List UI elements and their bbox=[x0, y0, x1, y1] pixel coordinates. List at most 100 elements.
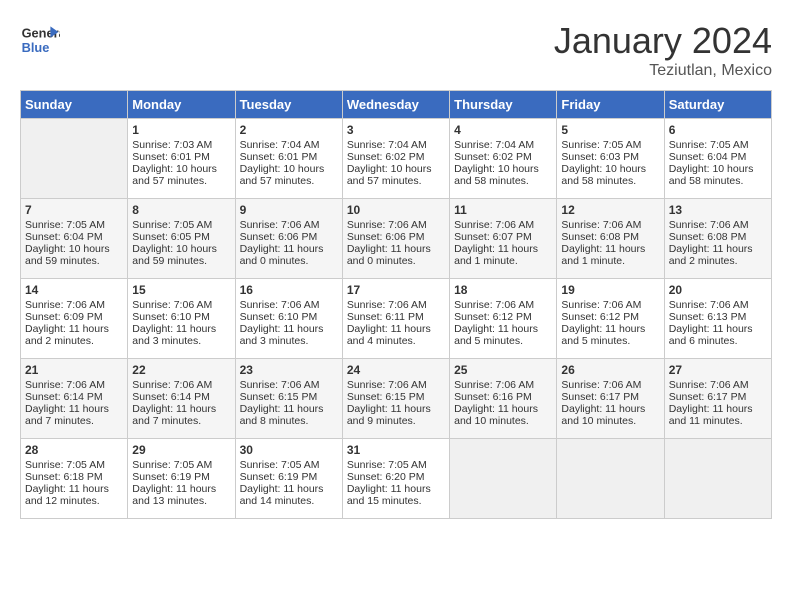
day-number: 25 bbox=[454, 363, 552, 377]
daylight-text: Daylight: 11 hours and 7 minutes. bbox=[132, 403, 230, 427]
day-number: 4 bbox=[454, 123, 552, 137]
header-friday: Friday bbox=[557, 91, 664, 119]
calendar-week-row: 14Sunrise: 7:06 AMSunset: 6:09 PMDayligh… bbox=[21, 279, 772, 359]
sunrise-text: Sunrise: 7:06 AM bbox=[669, 379, 767, 391]
daylight-text: Daylight: 11 hours and 2 minutes. bbox=[25, 323, 123, 347]
daylight-text: Daylight: 10 hours and 59 minutes. bbox=[25, 243, 123, 267]
day-number: 24 bbox=[347, 363, 445, 377]
daylight-text: Daylight: 10 hours and 58 minutes. bbox=[454, 163, 552, 187]
sunset-text: Sunset: 6:01 PM bbox=[132, 151, 230, 163]
location-subtitle: Teziutlan, Mexico bbox=[554, 62, 772, 80]
day-number: 14 bbox=[25, 283, 123, 297]
daylight-text: Daylight: 11 hours and 1 minute. bbox=[454, 243, 552, 267]
calendar-cell: 28 Sunrise: 7:05 AMSunset: 6:18 PMDayligh… bbox=[21, 439, 128, 519]
sunrise-text: Sunrise: 7:06 AM bbox=[561, 299, 659, 311]
calendar-cell: 17Sunrise: 7:06 AMSunset: 6:11 PMDayligh… bbox=[342, 279, 449, 359]
sunset-text: Sunset: 6:18 PM bbox=[25, 471, 123, 483]
day-number: 8 bbox=[132, 203, 230, 217]
calendar-cell: 11 Sunrise: 7:06 AMSunset: 6:07 PMDayligh… bbox=[450, 199, 557, 279]
daylight-text: Daylight: 11 hours and 3 minutes. bbox=[132, 323, 230, 347]
calendar-cell: 31Sunrise: 7:05 AMSunset: 6:20 PMDayligh… bbox=[342, 439, 449, 519]
calendar-week-row: 1Sunrise: 7:03 AMSunset: 6:01 PMDaylight… bbox=[21, 119, 772, 199]
daylight-text: Daylight: 11 hours and 0 minutes. bbox=[347, 243, 445, 267]
calendar-cell: 14Sunrise: 7:06 AMSunset: 6:09 PMDayligh… bbox=[21, 279, 128, 359]
day-number: 23 bbox=[240, 363, 338, 377]
calendar-cell: 2Sunrise: 7:04 AMSunset: 6:01 PMDaylight… bbox=[235, 119, 342, 199]
daylight-text: Daylight: 11 hours and 9 minutes. bbox=[347, 403, 445, 427]
sunset-text: Sunset: 6:20 PM bbox=[347, 471, 445, 483]
daylight-text: Daylight: 10 hours and 57 minutes. bbox=[240, 163, 338, 187]
sunrise-text: Sunrise: 7:05 AM bbox=[347, 459, 445, 471]
sunset-text: Sunset: 6:12 PM bbox=[561, 311, 659, 323]
day-number: 10 bbox=[347, 203, 445, 217]
day-number: 28 bbox=[25, 443, 123, 457]
daylight-text: Daylight: 11 hours and 6 minutes. bbox=[669, 323, 767, 347]
sunset-text: Sunset: 6:01 PM bbox=[240, 151, 338, 163]
calendar-cell: 5Sunrise: 7:05 AMSunset: 6:03 PMDaylight… bbox=[557, 119, 664, 199]
sunrise-text: Sunrise: 7:06 AM bbox=[669, 219, 767, 231]
header-thursday: Thursday bbox=[450, 91, 557, 119]
day-number: 6 bbox=[669, 123, 767, 137]
sunrise-text: Sunrise: 7:06 AM bbox=[240, 379, 338, 391]
calendar-cell: 27Sunrise: 7:06 AMSunset: 6:17 PMDayligh… bbox=[664, 359, 771, 439]
sunset-text: Sunset: 6:05 PM bbox=[132, 231, 230, 243]
sunrise-text: Sunrise: 7:06 AM bbox=[132, 379, 230, 391]
day-number: 12 bbox=[561, 203, 659, 217]
daylight-text: Daylight: 11 hours and 5 minutes. bbox=[454, 323, 552, 347]
sunset-text: Sunset: 6:11 PM bbox=[347, 311, 445, 323]
calendar-cell: 1Sunrise: 7:03 AMSunset: 6:01 PMDaylight… bbox=[128, 119, 235, 199]
daylight-text: Daylight: 11 hours and 12 minutes. bbox=[25, 483, 123, 507]
sunset-text: Sunset: 6:06 PM bbox=[347, 231, 445, 243]
sunrise-text: Sunrise: 7:06 AM bbox=[347, 299, 445, 311]
day-number: 7 bbox=[25, 203, 123, 217]
day-number: 15 bbox=[132, 283, 230, 297]
sunset-text: Sunset: 6:19 PM bbox=[132, 471, 230, 483]
page-header: General Blue January 2024 Teziutlan, Mex… bbox=[20, 20, 772, 80]
daylight-text: Daylight: 10 hours and 59 minutes. bbox=[132, 243, 230, 267]
sunset-text: Sunset: 6:15 PM bbox=[347, 391, 445, 403]
sunrise-text: Sunrise: 7:06 AM bbox=[132, 299, 230, 311]
sunrise-text: Sunrise: 7:05 AM bbox=[25, 219, 123, 231]
sunset-text: Sunset: 6:19 PM bbox=[240, 471, 338, 483]
sunrise-text: Sunrise: 7:05 AM bbox=[240, 459, 338, 471]
sunset-text: Sunset: 6:14 PM bbox=[132, 391, 230, 403]
day-number: 3 bbox=[347, 123, 445, 137]
sunrise-text: Sunrise: 7:06 AM bbox=[347, 219, 445, 231]
month-title: January 2024 bbox=[554, 20, 772, 62]
sunrise-text: Sunrise: 7:06 AM bbox=[454, 219, 552, 231]
calendar-cell: 18Sunrise: 7:06 AMSunset: 6:12 PMDayligh… bbox=[450, 279, 557, 359]
day-number: 5 bbox=[561, 123, 659, 137]
sunrise-text: Sunrise: 7:06 AM bbox=[454, 379, 552, 391]
calendar-cell: 4Sunrise: 7:04 AMSunset: 6:02 PMDaylight… bbox=[450, 119, 557, 199]
daylight-text: Daylight: 11 hours and 14 minutes. bbox=[240, 483, 338, 507]
sunrise-text: Sunrise: 7:06 AM bbox=[561, 379, 659, 391]
daylight-text: Daylight: 11 hours and 5 minutes. bbox=[561, 323, 659, 347]
logo-icon: General Blue bbox=[20, 20, 60, 60]
day-number: 18 bbox=[454, 283, 552, 297]
calendar-week-row: 28Sunrise: 7:05 AMSunset: 6:18 PMDayligh… bbox=[21, 439, 772, 519]
day-number: 20 bbox=[669, 283, 767, 297]
calendar-cell: 29Sunrise: 7:05 AMSunset: 6:19 PMDayligh… bbox=[128, 439, 235, 519]
sunset-text: Sunset: 6:07 PM bbox=[454, 231, 552, 243]
sunrise-text: Sunrise: 7:04 AM bbox=[454, 139, 552, 151]
sunset-text: Sunset: 6:04 PM bbox=[25, 231, 123, 243]
sunrise-text: Sunrise: 7:05 AM bbox=[25, 459, 123, 471]
calendar-week-row: 7Sunrise: 7:05 AMSunset: 6:04 PMDaylight… bbox=[21, 199, 772, 279]
daylight-text: Daylight: 10 hours and 58 minutes. bbox=[561, 163, 659, 187]
calendar-cell: 22Sunrise: 7:06 AMSunset: 6:14 PMDayligh… bbox=[128, 359, 235, 439]
sunrise-text: Sunrise: 7:06 AM bbox=[669, 299, 767, 311]
header-wednesday: Wednesday bbox=[342, 91, 449, 119]
svg-text:Blue: Blue bbox=[22, 40, 50, 55]
calendar-cell: 21Sunrise: 7:06 AMSunset: 6:14 PMDayligh… bbox=[21, 359, 128, 439]
daylight-text: Daylight: 11 hours and 10 minutes. bbox=[561, 403, 659, 427]
calendar-cell: 19Sunrise: 7:06 AMSunset: 6:12 PMDayligh… bbox=[557, 279, 664, 359]
sunset-text: Sunset: 6:03 PM bbox=[561, 151, 659, 163]
sunset-text: Sunset: 6:04 PM bbox=[669, 151, 767, 163]
day-number: 2 bbox=[240, 123, 338, 137]
day-number: 26 bbox=[561, 363, 659, 377]
daylight-text: Daylight: 11 hours and 13 minutes. bbox=[132, 483, 230, 507]
sunset-text: Sunset: 6:12 PM bbox=[454, 311, 552, 323]
sunset-text: Sunset: 6:16 PM bbox=[454, 391, 552, 403]
day-number: 11 bbox=[454, 203, 552, 217]
sunrise-text: Sunrise: 7:06 AM bbox=[240, 219, 338, 231]
